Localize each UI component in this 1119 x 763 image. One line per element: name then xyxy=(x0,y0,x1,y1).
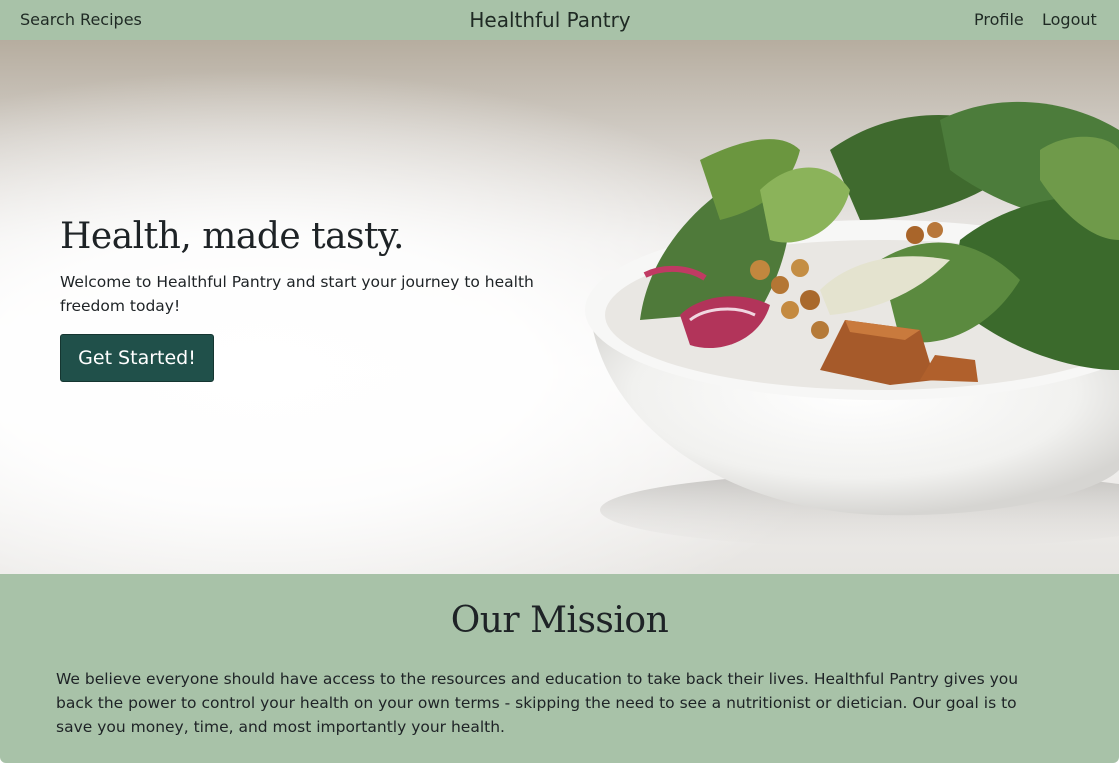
top-navbar: Search Recipes Healthful Pantry Profile … xyxy=(0,0,1119,40)
site-brand[interactable]: Healthful Pantry xyxy=(0,8,1100,32)
hero-copy: Health, made tasty. Welcome to Healthful… xyxy=(60,214,580,318)
logout-link[interactable]: Logout xyxy=(1042,9,1097,31)
mission-section: Our Mission We believe everyone should h… xyxy=(0,574,1119,763)
hero-subtitle: Welcome to Healthful Pantry and start yo… xyxy=(60,273,534,315)
hero-title: Health, made tasty. xyxy=(60,216,404,257)
mission-title: Our Mission xyxy=(450,600,669,641)
mission-text: We believe everyone should have access t… xyxy=(56,670,1019,736)
profile-link[interactable]: Profile xyxy=(974,9,1024,31)
get-started-button[interactable]: Get Started! xyxy=(60,334,214,382)
hero-section: Health, made tasty. Welcome to Healthful… xyxy=(0,40,1119,574)
